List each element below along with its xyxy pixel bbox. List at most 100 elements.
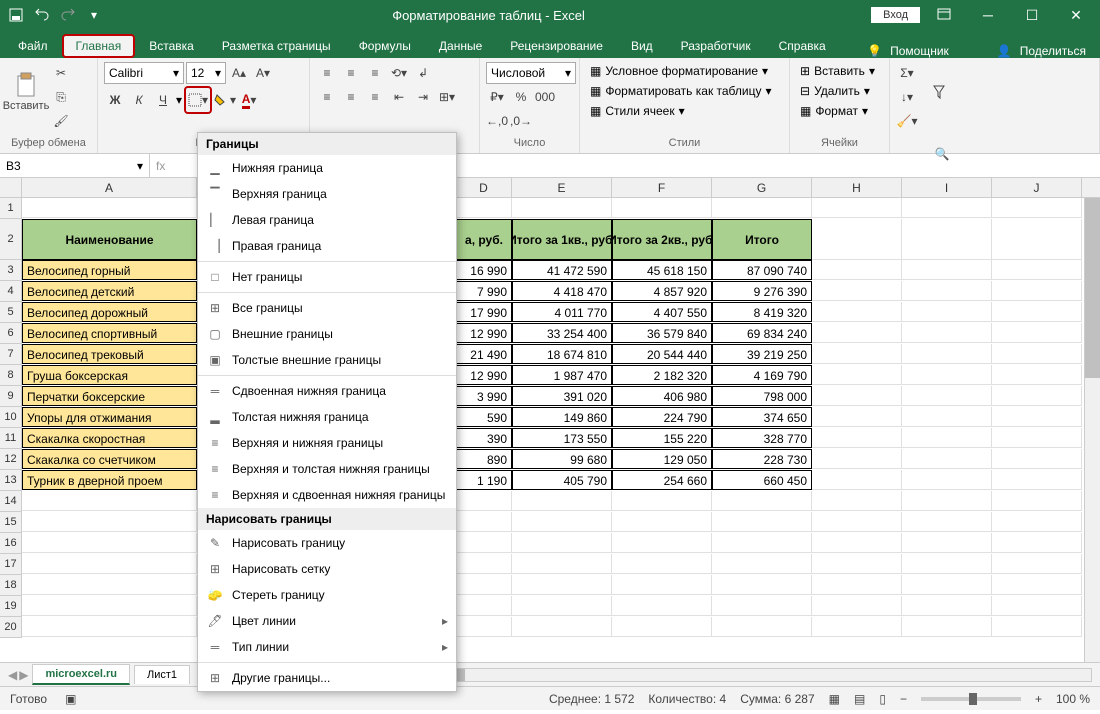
cell-styles-button[interactable]: ▦Стили ячеек▾	[586, 102, 783, 120]
cell-F[interactable]: 4 857 920	[612, 281, 712, 301]
row-header[interactable]: 8	[0, 365, 22, 386]
row-header[interactable]: 17	[0, 554, 22, 575]
decrease-decimal-icon[interactable]: ,0→	[510, 110, 532, 132]
cell-D[interactable]: 21 490	[456, 344, 512, 364]
vertical-scrollbar[interactable]	[1084, 198, 1100, 662]
cell-G[interactable]: 9 276 390	[712, 281, 812, 301]
row-header[interactable]: 20	[0, 617, 22, 638]
font-size-select[interactable]: 12▾	[186, 62, 226, 84]
header-G[interactable]: Итого	[712, 219, 812, 260]
zoom-slider[interactable]	[921, 697, 1021, 701]
border-menu-item[interactable]: ▁Нижняя граница	[198, 155, 456, 181]
cell-F[interactable]: 406 980	[612, 386, 712, 406]
cell-F[interactable]: 224 790	[612, 407, 712, 427]
align-center-icon[interactable]: ≡	[340, 86, 362, 108]
menu-line-color[interactable]: 🖊Цвет линии▸	[198, 608, 456, 634]
cell-name[interactable]: Перчатки боксерские	[22, 386, 197, 406]
sheet-tab-other[interactable]: Лист1	[134, 665, 190, 684]
share-button[interactable]: Поделиться	[1020, 44, 1086, 58]
cell-name[interactable]: Велосипед горный	[22, 260, 197, 280]
col-header-F[interactable]: F	[612, 178, 712, 197]
cell-G[interactable]: 328 770	[712, 428, 812, 448]
increase-font-icon[interactable]: A▴	[228, 62, 250, 84]
align-right-icon[interactable]: ≡	[364, 86, 386, 108]
cell-G[interactable]: 87 090 740	[712, 260, 812, 280]
tab-formulas[interactable]: Формулы	[345, 34, 425, 58]
border-menu-item[interactable]: ≡Верхняя и толстая нижняя границы	[198, 456, 456, 482]
macro-record-icon[interactable]: ▣	[65, 692, 76, 706]
sheet-tab-active[interactable]: microexcel.ru	[32, 664, 130, 685]
font-color-icon[interactable]: А▾	[238, 89, 260, 111]
cell-F[interactable]: 129 050	[612, 449, 712, 469]
row-header[interactable]: 5	[0, 302, 22, 323]
col-header-J[interactable]: J	[992, 178, 1082, 197]
zoom-out-icon[interactable]: −	[900, 692, 907, 706]
border-menu-item[interactable]: ▔Верхняя граница	[198, 181, 456, 207]
cell-name[interactable]: Скакалка скоростная	[22, 428, 197, 448]
fill-color-icon[interactable]: ▾	[214, 89, 236, 111]
cell-name[interactable]: Велосипед детский	[22, 281, 197, 301]
cell-G[interactable]: 228 730	[712, 449, 812, 469]
row-header-1[interactable]: 1	[0, 198, 22, 219]
col-header-D[interactable]: D	[456, 178, 512, 197]
header-E[interactable]: Итого за 1кв., руб.	[512, 219, 612, 260]
align-top-icon[interactable]: ≡	[316, 62, 338, 84]
decrease-indent-icon[interactable]: ⇤	[388, 86, 410, 108]
cell-G[interactable]: 660 450	[712, 470, 812, 490]
row-header[interactable]: 3	[0, 260, 22, 281]
col-header-H[interactable]: H	[812, 178, 902, 197]
view-break-icon[interactable]: ▯	[879, 692, 886, 706]
align-middle-icon[interactable]: ≡	[340, 62, 362, 84]
fill-icon[interactable]: ↓▾	[896, 86, 918, 108]
col-header-G[interactable]: G	[712, 178, 812, 197]
cell-E[interactable]: 391 020	[512, 386, 612, 406]
cell-D[interactable]: 890	[456, 449, 512, 469]
row-header[interactable]: 15	[0, 512, 22, 533]
cell-D[interactable]: 390	[456, 428, 512, 448]
cell-G[interactable]: 8 419 320	[712, 302, 812, 322]
border-menu-item[interactable]: ▢Внешние границы	[198, 321, 456, 347]
header-F[interactable]: Итого за 2кв., руб.	[612, 219, 712, 260]
merge-icon[interactable]: ⊞▾	[436, 86, 458, 108]
tell-me[interactable]: Помощник	[890, 44, 949, 58]
wrap-text-icon[interactable]: ↲	[412, 62, 434, 84]
tab-view[interactable]: Вид	[617, 34, 667, 58]
zoom-level[interactable]: 100 %	[1056, 692, 1090, 706]
border-menu-item[interactable]: ⊞Все границы	[198, 295, 456, 321]
tab-layout[interactable]: Разметка страницы	[208, 34, 345, 58]
cell-E[interactable]: 18 674 810	[512, 344, 612, 364]
row-header[interactable]: 4	[0, 281, 22, 302]
sheet-nav-next-icon[interactable]: ▶	[19, 668, 28, 682]
row-header[interactable]: 16	[0, 533, 22, 554]
cell-D[interactable]: 12 990	[456, 365, 512, 385]
undo-icon[interactable]	[30, 3, 54, 27]
cell-E[interactable]: 41 472 590	[512, 260, 612, 280]
cell-name[interactable]: Упоры для отжимания	[22, 407, 197, 427]
minimize-button[interactable]: ─	[968, 0, 1008, 30]
sort-filter-icon[interactable]	[922, 62, 962, 122]
clear-icon[interactable]: 🧹▾	[896, 110, 918, 132]
cell-name[interactable]: Скакалка со счетчиком	[22, 449, 197, 469]
header-D[interactable]: а, руб.	[456, 219, 512, 260]
col-header-A[interactable]: A	[22, 178, 197, 197]
cell-D[interactable]: 16 990	[456, 260, 512, 280]
row-header[interactable]: 9	[0, 386, 22, 407]
cell-E[interactable]: 173 550	[512, 428, 612, 448]
border-menu-item[interactable]: ≡Верхняя и сдвоенная нижняя границы	[198, 482, 456, 508]
increase-indent-icon[interactable]: ⇥	[412, 86, 434, 108]
cell-F[interactable]: 36 579 840	[612, 323, 712, 343]
border-menu-item[interactable]: ≡Верхняя и нижняя границы	[198, 430, 456, 456]
italic-button[interactable]: К	[128, 89, 150, 111]
maximize-button[interactable]: ☐	[1012, 0, 1052, 30]
tab-home[interactable]: Главная	[62, 34, 136, 58]
border-menu-item[interactable]: □Нет границы	[198, 264, 456, 290]
cell-name[interactable]: Турник в дверной проем	[22, 470, 197, 490]
tab-insert[interactable]: Вставка	[135, 34, 208, 58]
select-all-corner[interactable]	[0, 178, 22, 197]
comma-icon[interactable]: 000	[534, 86, 556, 108]
cell-E[interactable]: 4 011 770	[512, 302, 612, 322]
cell-E[interactable]: 149 860	[512, 407, 612, 427]
menu-more-borders[interactable]: ⊞Другие границы...	[198, 665, 456, 691]
border-menu-item[interactable]: ▏Левая граница	[198, 207, 456, 233]
cell-D[interactable]: 17 990	[456, 302, 512, 322]
